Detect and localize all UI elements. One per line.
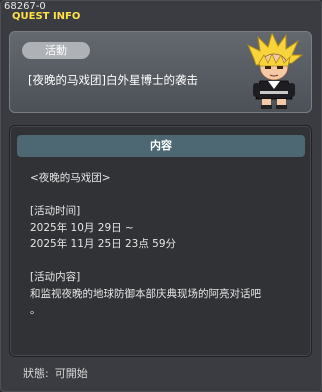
- content-header: 内容: [17, 135, 305, 157]
- content-line: [活动时间]: [30, 205, 81, 217]
- content-line: 和监视夜晚的地球防御本部庆典现场的阿亮对话吧: [30, 287, 261, 300]
- status-row: 狀態: 可開始: [23, 365, 88, 381]
- window-title: QUEST INFO: [12, 11, 81, 22]
- quest-summary-panel: 活動 [夜晚的马戏团]白外星博士的袭击: [9, 31, 312, 113]
- content-line: 2025年 11月 25日 23点 59分: [30, 238, 177, 250]
- status-value: 可開始: [54, 367, 88, 380]
- content-line: [活动内容]: [30, 271, 81, 283]
- content-line: <夜晚的马戏团>: [30, 172, 111, 184]
- content-line: 。: [30, 304, 41, 316]
- category-badge: 活動: [22, 42, 90, 59]
- quest-info-window: 68267-0 QUEST INFO 活動 [夜晚的马戏团]白外星博士的袭击 内…: [0, 0, 322, 392]
- quest-summary-inner: 活動 [夜晚的马戏团]白外星博士的袭击: [10, 32, 311, 112]
- npc-portrait-icon: [247, 33, 304, 109]
- status-label: 狀態:: [23, 367, 49, 380]
- content-line: 2025年 10月 29日 ~: [30, 221, 134, 234]
- content-body: <夜晚的马戏团> [活动时间] 2025年 10月 29日 ~ 2025年 11…: [30, 170, 306, 319]
- quest-content-panel: 内容 <夜晚的马戏团> [活动时间] 2025年 10月 29日 ~ 2025年…: [9, 125, 312, 357]
- quest-name: [夜晚的马戏团]白外星博士的袭击: [28, 73, 198, 87]
